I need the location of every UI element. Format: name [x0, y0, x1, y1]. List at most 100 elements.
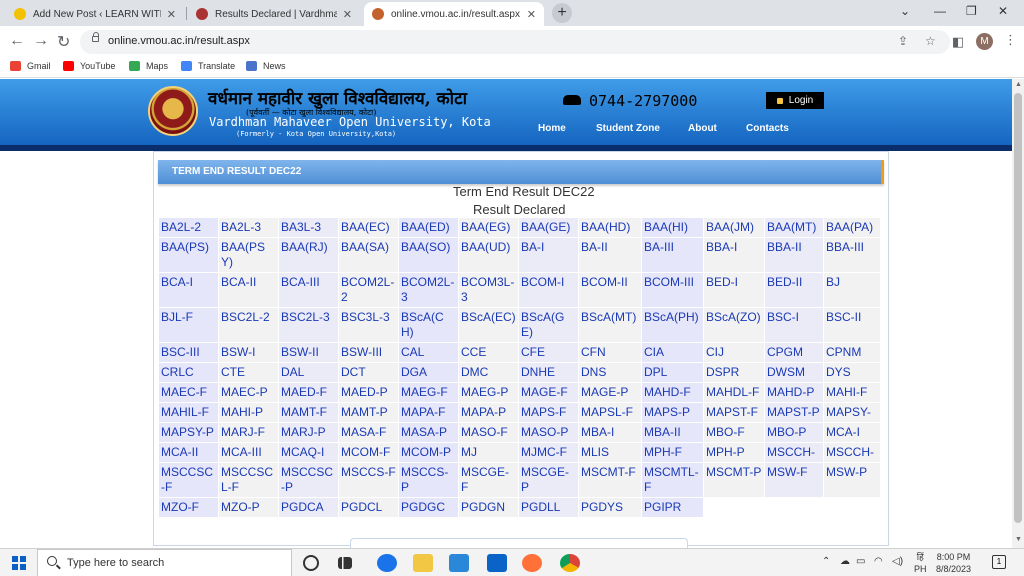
- course-link[interactable]: BCA-III: [279, 273, 338, 307]
- course-link[interactable]: DSPR: [704, 363, 764, 382]
- course-link[interactable]: DWSM: [765, 363, 823, 382]
- course-link[interactable]: DMC: [459, 363, 518, 382]
- course-link[interactable]: MAPSY-F: [824, 403, 880, 422]
- windows-start-icon[interactable]: [12, 556, 26, 570]
- close-window-icon[interactable]: ✕: [998, 4, 1008, 18]
- course-link[interactable]: DNS: [579, 363, 641, 382]
- course-link[interactable]: BAA(SA): [339, 238, 398, 272]
- vertical-scrollbar[interactable]: ▲ ▼: [1012, 79, 1024, 548]
- course-link[interactable]: BCA-II: [219, 273, 278, 307]
- course-link[interactable]: MBA-I: [579, 423, 641, 442]
- course-link[interactable]: BED-I: [704, 273, 764, 307]
- course-link[interactable]: MAHD-F: [642, 383, 703, 402]
- course-link[interactable]: MSCMT-F: [579, 463, 641, 497]
- address-bar[interactable]: online.vmou.ac.in/result.aspx ⇪ ☆: [80, 30, 950, 54]
- notification-icon[interactable]: 1: [992, 555, 1006, 569]
- bookmark-translate[interactable]: Translate: [181, 61, 235, 71]
- close-tab-icon[interactable]: ✕: [343, 8, 352, 21]
- course-link[interactable]: CPGM: [765, 343, 823, 362]
- course-link[interactable]: BCOM2L-3: [399, 273, 458, 307]
- course-link[interactable]: MCA-III: [219, 443, 278, 462]
- course-link[interactable]: BAA(PSY): [219, 238, 278, 272]
- course-link[interactable]: BAA(PA): [824, 218, 880, 237]
- course-link[interactable]: MSCCSC-F: [159, 463, 218, 497]
- close-tab-icon[interactable]: ✕: [167, 8, 176, 21]
- course-link[interactable]: CTE: [219, 363, 278, 382]
- course-link[interactable]: BBA-III: [824, 238, 880, 272]
- course-link[interactable]: MBO-F: [704, 423, 764, 442]
- course-link[interactable]: BSC3L-3: [339, 308, 398, 342]
- firefox-icon[interactable]: [522, 554, 542, 572]
- course-link[interactable]: CAL: [399, 343, 458, 362]
- course-link[interactable]: PGDGN: [459, 498, 518, 517]
- course-link[interactable]: BAA(UD): [459, 238, 518, 272]
- course-link[interactable]: MASA-P: [399, 423, 458, 442]
- course-link[interactable]: BED-II: [765, 273, 823, 307]
- reload-icon[interactable]: ↻: [57, 32, 70, 52]
- course-link[interactable]: BScA(GE): [519, 308, 578, 342]
- minimize-icon[interactable]: —: [934, 4, 946, 18]
- scroll-up-icon[interactable]: ▲: [1015, 81, 1022, 88]
- course-link[interactable]: MASO-P: [519, 423, 578, 442]
- course-link[interactable]: BAA(RJ): [279, 238, 338, 272]
- tab-results-declared[interactable]: Results Declared | Vardhman Ma ✕: [188, 2, 360, 26]
- course-link[interactable]: MAED-F: [279, 383, 338, 402]
- course-link[interactable]: MCA-I: [824, 423, 880, 442]
- bookmark-maps[interactable]: Maps: [129, 61, 168, 71]
- course-link[interactable]: MPH-F: [642, 443, 703, 462]
- scroll-down-icon[interactable]: ▼: [1015, 536, 1022, 543]
- course-link[interactable]: MSW-P: [824, 463, 880, 497]
- course-link[interactable]: BSW-I: [219, 343, 278, 362]
- course-link[interactable]: MSCCH-P: [824, 443, 880, 462]
- course-link[interactable]: MAHI-F: [824, 383, 880, 402]
- course-link[interactable]: MLIS: [579, 443, 641, 462]
- course-link[interactable]: BCOM-II: [579, 273, 641, 307]
- course-link[interactable]: MAHI-P: [219, 403, 278, 422]
- course-link[interactable]: BAA(PS): [159, 238, 218, 272]
- course-link[interactable]: BAA(SO): [399, 238, 458, 272]
- course-link[interactable]: BAA(ED): [399, 218, 458, 237]
- course-link[interactable]: BAA(GE): [519, 218, 578, 237]
- course-link[interactable]: CIJ: [704, 343, 764, 362]
- course-link[interactable]: MSCGE-P: [519, 463, 578, 497]
- course-link[interactable]: MAGE-P: [579, 383, 641, 402]
- course-link[interactable]: BScA(EC): [459, 308, 518, 342]
- course-link[interactable]: BAA(HI): [642, 218, 703, 237]
- course-link[interactable]: PGIPR: [642, 498, 703, 517]
- edge-browser-icon[interactable]: [377, 554, 397, 572]
- course-link[interactable]: BBA-II: [765, 238, 823, 272]
- course-link[interactable]: BScA(PH): [642, 308, 703, 342]
- nav-contacts[interactable]: Contacts: [746, 123, 789, 134]
- course-link[interactable]: BCOM-III: [642, 273, 703, 307]
- course-link[interactable]: BAA(EG): [459, 218, 518, 237]
- course-link[interactable]: MAGE-F: [519, 383, 578, 402]
- nav-student-zone[interactable]: Student Zone: [596, 123, 660, 134]
- course-link[interactable]: DYS: [824, 363, 880, 382]
- course-link[interactable]: MCOM-P: [399, 443, 458, 462]
- course-link[interactable]: MPH-P: [704, 443, 764, 462]
- close-tab-icon[interactable]: ✕: [527, 8, 536, 21]
- network-icon[interactable]: ◠: [874, 556, 883, 567]
- course-link[interactable]: CRLC: [159, 363, 218, 382]
- course-link[interactable]: BCOM3L-3: [459, 273, 518, 307]
- course-link[interactable]: DNHE: [519, 363, 578, 382]
- course-link[interactable]: BA-II: [579, 238, 641, 272]
- course-link[interactable]: MAPS-F: [519, 403, 578, 422]
- weather-icon[interactable]: ☁: [840, 556, 850, 567]
- bookmark-news[interactable]: News: [246, 61, 286, 71]
- back-arrow-icon[interactable]: ←: [9, 32, 25, 50]
- course-link[interactable]: MAPSL-F: [579, 403, 641, 422]
- nav-home[interactable]: Home: [538, 123, 566, 134]
- course-link[interactable]: MAED-P: [339, 383, 398, 402]
- course-link[interactable]: CPNM: [824, 343, 880, 362]
- course-link[interactable]: BBA-I: [704, 238, 764, 272]
- mail-icon[interactable]: [487, 554, 507, 572]
- course-link[interactable]: BSC-III: [159, 343, 218, 362]
- course-link[interactable]: MCOM-F: [339, 443, 398, 462]
- task-view-icon[interactable]: [338, 557, 352, 569]
- course-link[interactable]: MAPSY-P: [159, 423, 218, 442]
- course-link[interactable]: MAEC-F: [159, 383, 218, 402]
- course-link[interactable]: MSCMT-P: [704, 463, 764, 497]
- course-link[interactable]: MAMT-F: [279, 403, 338, 422]
- course-link[interactable]: MAEG-P: [459, 383, 518, 402]
